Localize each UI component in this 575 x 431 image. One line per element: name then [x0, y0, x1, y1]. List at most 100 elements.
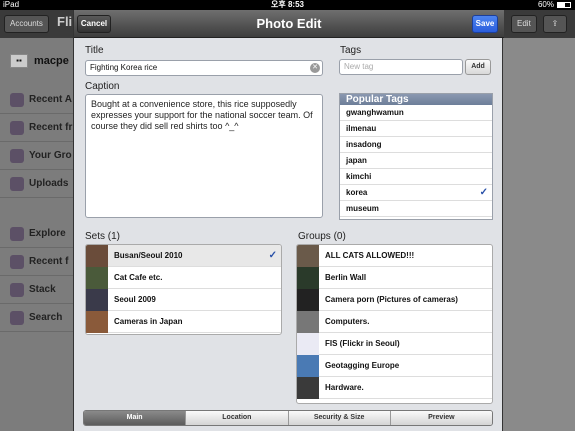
accounts-button[interactable]: Accounts	[4, 15, 49, 33]
group-row[interactable]: Computers.	[297, 310, 492, 333]
sidebar-item-icon	[10, 254, 24, 269]
sidebar-item-icon	[10, 148, 24, 163]
popular-tag-row[interactable]: gwanghwamun	[340, 105, 492, 121]
set-row[interactable]: Seoul 2009	[86, 288, 281, 311]
clear-icon[interactable]: ✕	[310, 63, 320, 73]
set-name: Seoul 2009	[114, 295, 156, 304]
modal-title: Photo Edit	[256, 16, 322, 31]
add-tag-button[interactable]: Add	[465, 59, 491, 75]
sidebar-item-label: Recent fr	[29, 122, 73, 133]
share-icon[interactable]: ⇪	[543, 15, 567, 33]
background-title: Fli	[57, 14, 73, 29]
popular-tag-row[interactable]: museum	[340, 201, 492, 217]
sidebar-item[interactable]: Your Gro	[0, 142, 75, 170]
tags-label: Tags	[340, 45, 362, 56]
group-name: Computers.	[325, 317, 370, 326]
clock: 오후 8:53	[271, 0, 304, 9]
popular-tag-row[interactable]: insadong	[340, 137, 492, 153]
sets-list[interactable]: Busan/Seoul 2010 ✓ Cat Cafe etc. Seoul 2009…	[85, 244, 282, 335]
sidebar-item-icon	[10, 310, 24, 325]
popular-tags-list[interactable]: Popular Tags gwanghwamun ilmenau insadong j…	[339, 93, 493, 220]
battery-icon	[557, 2, 571, 8]
popular-tag-row[interactable]: kimchi	[340, 169, 492, 185]
caption-label: Caption	[85, 81, 120, 92]
sidebar-item-label: Recent f	[29, 256, 69, 267]
sidebar-item-label: Stack	[29, 284, 56, 295]
sidebar-item-icon	[10, 92, 24, 107]
group-thumbnail	[297, 288, 319, 311]
modal-header: Cancel Photo Edit Save	[74, 10, 504, 38]
group-row[interactable]: ALL CATS ALLOWED!!!	[297, 245, 492, 267]
title-label: Title	[85, 45, 104, 56]
user-row[interactable]: ▪▪ macpe	[0, 46, 75, 76]
popular-tag-label: ilmenau	[346, 124, 377, 133]
set-row[interactable]: Cat Cafe etc.	[86, 266, 281, 289]
sidebar-item-icon	[10, 176, 24, 191]
popular-tag-label: japan	[346, 156, 367, 165]
sidebar-item-icon	[10, 282, 24, 297]
tab-location[interactable]: Location	[186, 411, 289, 425]
popular-tag-label: korea	[346, 188, 368, 197]
tab-bar: Main Location Security & Size Preview	[83, 410, 493, 426]
set-name: Busan/Seoul 2010	[114, 251, 183, 260]
tab-preview[interactable]: Preview	[390, 411, 492, 425]
popular-tag-row[interactable]: japan	[340, 153, 492, 169]
groups-label: Groups (0)	[298, 231, 346, 242]
sidebar-item[interactable]: Search	[0, 304, 75, 332]
set-row[interactable]: Cameras in Japan	[86, 310, 281, 333]
group-row[interactable]: FIS (Flickr in Seoul)	[297, 332, 492, 355]
group-thumbnail	[297, 310, 319, 333]
sidebar-item[interactable]: Recent f	[0, 248, 75, 276]
battery-indicator: 60%	[538, 0, 571, 10]
checkmark-icon: ✓	[268, 250, 277, 261]
popular-tag-row[interactable]: korea ✓	[340, 185, 492, 201]
sidebar-item[interactable]: Recent fr	[0, 114, 75, 142]
sidebar-item-label: Search	[29, 312, 63, 323]
title-field[interactable]: Fighting Korea rice ✕	[85, 60, 323, 76]
sidebar-item-label: Your Gro	[29, 150, 72, 161]
group-thumbnail	[297, 354, 319, 377]
user-name: macpe	[34, 55, 69, 67]
group-name: Geotagging Europe	[325, 361, 400, 370]
groups-list[interactable]: ALL CATS ALLOWED!!! Berlin Wall Camera por…	[296, 244, 493, 404]
sidebar-item[interactable]: Uploads	[0, 170, 75, 198]
group-row[interactable]: Geotagging Europe	[297, 354, 492, 377]
title-value: Fighting Korea rice	[90, 63, 158, 72]
set-thumbnail	[86, 288, 108, 311]
sidebar-item-label: Explore	[29, 228, 66, 239]
group-row[interactable]: Hardware.	[297, 376, 492, 399]
set-row[interactable]: Busan/Seoul 2010 ✓	[86, 245, 281, 267]
sidebar-item-icon	[10, 120, 24, 135]
set-thumbnail	[86, 266, 108, 289]
new-tag-placeholder: New tag	[344, 62, 374, 71]
sidebar-item-label: Recent A	[29, 94, 72, 105]
popular-tag-label: insadong	[346, 140, 382, 149]
sidebar-item[interactable]: Recent A	[0, 86, 75, 114]
new-tag-input[interactable]: New tag	[339, 59, 463, 75]
caption-field[interactable]: Bought at a convenience store, this rice…	[85, 94, 323, 218]
group-thumbnail	[297, 332, 319, 355]
group-name: Camera porn (Pictures of cameras)	[325, 295, 458, 304]
sidebar-item-label: Uploads	[29, 178, 69, 189]
popular-tags-header: Popular Tags	[340, 94, 492, 105]
save-button[interactable]: Save	[472, 15, 498, 33]
group-name: Hardware.	[325, 383, 364, 392]
tab-security-size[interactable]: Security & Size	[288, 411, 391, 425]
popular-tag-label: kimchi	[346, 172, 372, 181]
sidebar-item-icon	[10, 226, 24, 241]
sets-label: Sets (1)	[85, 231, 121, 242]
group-name: ALL CATS ALLOWED!!!	[325, 251, 415, 260]
group-row[interactable]: Camera porn (Pictures of cameras)	[297, 288, 492, 311]
popular-tag-row[interactable]: ilmenau	[340, 121, 492, 137]
popular-tag-label: gwanghwamun	[346, 108, 404, 117]
group-thumbnail	[297, 376, 319, 399]
group-thumbnail	[297, 245, 319, 267]
set-thumbnail	[86, 245, 108, 267]
battery-percent: 60%	[537, 0, 554, 9]
set-name: Cameras in Japan	[114, 317, 183, 326]
tab-main[interactable]: Main	[84, 411, 187, 425]
group-row[interactable]: Berlin Wall	[297, 266, 492, 289]
sidebar-item[interactable]: Stack	[0, 276, 75, 304]
sidebar-item[interactable]: Explore	[0, 220, 75, 248]
edit-button[interactable]: Edit	[511, 15, 537, 33]
